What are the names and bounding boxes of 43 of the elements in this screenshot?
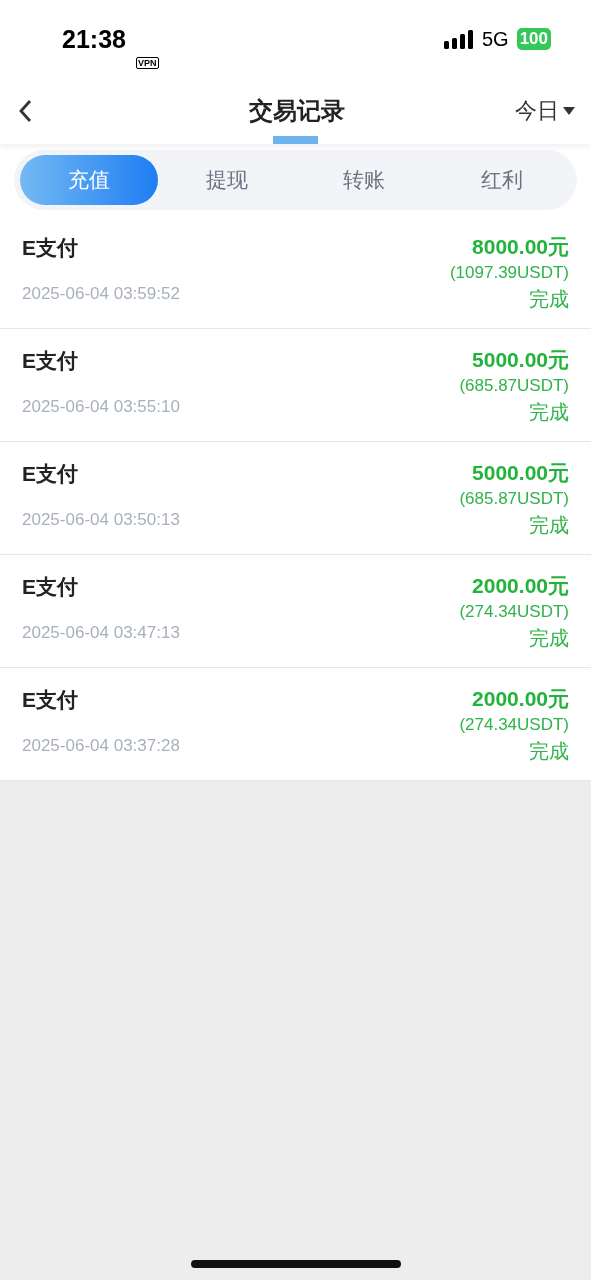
tab[interactable]: 转账 <box>295 155 434 205</box>
title-indicator <box>273 136 318 144</box>
usdt-amount: (274.34USDT) <box>459 714 569 736</box>
record-amount: 5000.00元 <box>472 460 569 486</box>
record-row[interactable]: E支付 2025-06-04 03:55:10 5000.00元 (685.87USDT) 完成 <box>0 329 591 442</box>
payment-method: E支付 <box>22 461 79 487</box>
network-label: 5G <box>481 27 509 51</box>
usdt-amount: (685.87USDT) <box>459 488 569 510</box>
record-time: 2025-06-04 03:55:10 <box>22 397 180 417</box>
back-button[interactable] <box>18 99 32 123</box>
vpn-badge: VPN <box>136 56 159 69</box>
record-status: 完成 <box>529 626 569 651</box>
signal-icon <box>443 29 474 49</box>
payment-method: E支付 <box>22 574 79 600</box>
usdt-amount: (685.87USDT) <box>459 375 569 397</box>
tab[interactable]: 红利 <box>433 155 571 205</box>
record-time: 2025-06-04 03:47:13 <box>22 623 180 643</box>
tab[interactable]: 提现 <box>157 155 296 205</box>
record-amount: 2000.00元 <box>472 686 569 712</box>
record-status: 完成 <box>529 513 569 538</box>
record-time: 2025-06-04 03:59:52 <box>22 284 180 304</box>
record-status: 完成 <box>529 287 569 312</box>
record-amount: 2000.00元 <box>472 573 569 599</box>
record-amount: 5000.00元 <box>472 347 569 373</box>
usdt-amount: (274.34USDT) <box>459 601 569 623</box>
date-filter[interactable]: 今日 <box>515 96 575 126</box>
caret-icon <box>563 106 575 116</box>
record-status: 完成 <box>529 400 569 425</box>
battery-level: 100 <box>516 28 551 50</box>
usdt-amount: (1097.39USDT) <box>449 262 569 284</box>
record-row[interactable]: E支付 2025-06-04 03:47:13 2000.00元 (274.34USDT) 完成 <box>0 555 591 668</box>
record-row[interactable]: E支付 2025-06-04 03:50:13 5000.00元 (685.87USDT) 完成 <box>0 442 591 555</box>
clock-time: 21:38 <box>62 24 126 54</box>
record-time: 2025-06-04 03:50:13 <box>22 510 180 530</box>
payment-method: E支付 <box>22 687 79 713</box>
record-row[interactable]: E支付 2025-06-04 03:37:28 2000.00元 (274.34USDT) 完成 <box>0 668 591 781</box>
record-status: 完成 <box>529 739 569 764</box>
page-title: 交易记录 <box>248 96 345 126</box>
record-row[interactable]: E支付 2025-06-04 03:59:52 8000.00元 (1097.39USDT) 完成 <box>0 216 591 329</box>
record-amount: 8000.00元 <box>472 234 569 260</box>
record-time: 2025-06-04 03:37:28 <box>22 736 180 756</box>
payment-method: E支付 <box>22 348 79 374</box>
payment-method: E支付 <box>22 235 79 261</box>
